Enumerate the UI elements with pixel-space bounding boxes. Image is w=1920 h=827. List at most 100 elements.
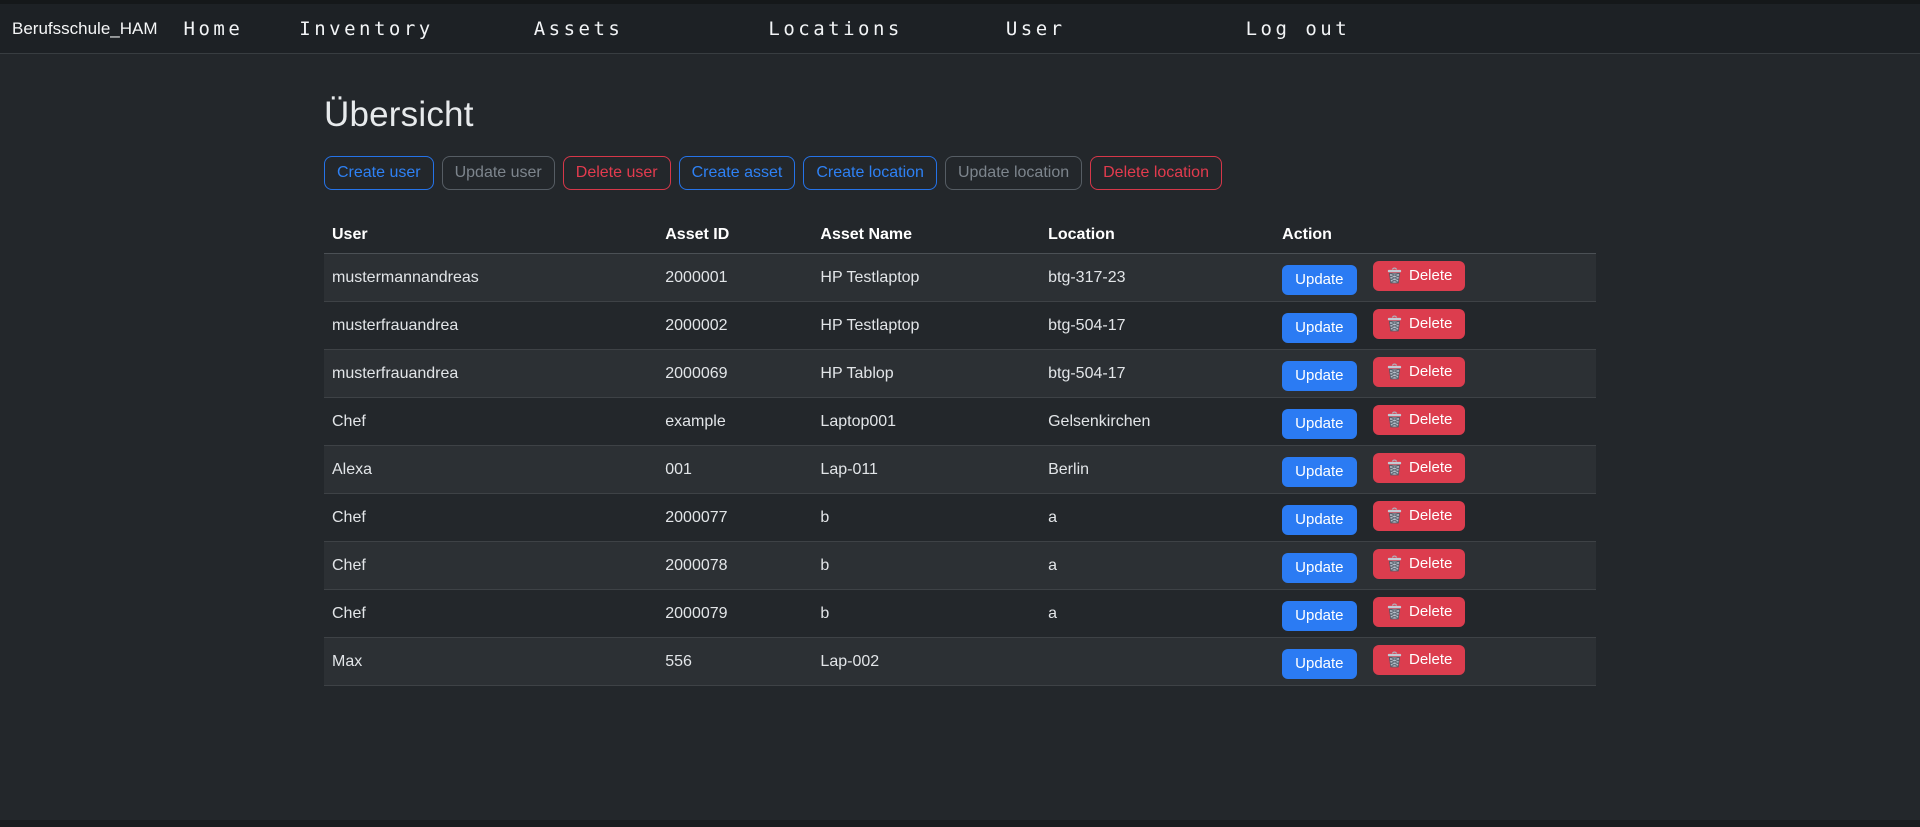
- cell-location: a: [1040, 542, 1274, 590]
- cell-action: Update: [1274, 350, 1596, 398]
- update-button[interactable]: Update: [1282, 505, 1356, 535]
- assets-table: User Asset ID Asset Name Location Action…: [324, 220, 1596, 686]
- cell-action: Update: [1274, 638, 1596, 686]
- cell-user: Max: [324, 638, 657, 686]
- column-header-location: Location: [1040, 220, 1274, 254]
- column-header-action: Action: [1274, 220, 1596, 254]
- table-row: Max 556 Lap-002 Update: [324, 638, 1596, 686]
- screen-bottom-edge: [0, 820, 1920, 827]
- column-header-asset-name: Asset Name: [812, 220, 1040, 254]
- navbar-brand[interactable]: Berufsschule_HAM: [12, 19, 158, 39]
- delete-location-button[interactable]: Delete location: [1090, 156, 1222, 190]
- cell-action: Update: [1274, 302, 1596, 350]
- cell-asset-name: Lap-002: [812, 638, 1040, 686]
- create-asset-button[interactable]: Create asset: [679, 156, 796, 190]
- cell-action: Update: [1274, 254, 1596, 302]
- delete-button[interactable]: Delete: [1373, 597, 1465, 627]
- cell-asset-name: Laptop001: [812, 398, 1040, 446]
- navbar: Berufsschule_HAM Home Inventory Assets Loca…: [0, 4, 1920, 54]
- update-location-button[interactable]: Update location: [945, 156, 1082, 190]
- update-button[interactable]: Update: [1282, 409, 1356, 439]
- column-header-asset-id: Asset ID: [657, 220, 812, 254]
- nav-list: Home Inventory Assets Locations User Log out: [158, 18, 1351, 40]
- nav-item-assets[interactable]: Assets: [534, 18, 624, 40]
- delete-button[interactable]: Delete: [1373, 501, 1465, 531]
- trash-icon: [1386, 411, 1403, 428]
- cell-location: btg-504-17: [1040, 350, 1274, 398]
- nav-item-log-out[interactable]: Log out: [1246, 18, 1351, 40]
- cell-location: Gelsenkirchen: [1040, 398, 1274, 446]
- cell-action: Update: [1274, 398, 1596, 446]
- cell-location: Berlin: [1040, 446, 1274, 494]
- trash-icon: [1386, 603, 1403, 620]
- cell-asset-name: HP Tablop: [812, 350, 1040, 398]
- table-header-row: User Asset ID Asset Name Location Action: [324, 220, 1596, 254]
- create-location-button[interactable]: Create location: [803, 156, 937, 190]
- cell-user: musterfrauandrea: [324, 350, 657, 398]
- column-header-user: User: [324, 220, 657, 254]
- update-button[interactable]: Update: [1282, 313, 1356, 343]
- page-title: Übersicht: [324, 95, 1596, 135]
- table-row: musterfrauandrea 2000002 HP Testlaptop b…: [324, 302, 1596, 350]
- nav-item-user[interactable]: User: [1006, 18, 1066, 40]
- delete-button[interactable]: Delete: [1373, 309, 1465, 339]
- delete-button-label: Delete: [1409, 460, 1452, 475]
- cell-user: Alexa: [324, 446, 657, 494]
- cell-user: Chef: [324, 398, 657, 446]
- cell-location: btg-504-17: [1040, 302, 1274, 350]
- trash-icon: [1386, 363, 1403, 380]
- create-user-button[interactable]: Create user: [324, 156, 434, 190]
- update-button[interactable]: Update: [1282, 601, 1356, 631]
- table-row: Chef example Laptop001 Gelsenkirchen Upd…: [324, 398, 1596, 446]
- delete-button[interactable]: Delete: [1373, 261, 1465, 291]
- delete-button-label: Delete: [1409, 604, 1452, 619]
- cell-asset-name: b: [812, 494, 1040, 542]
- nav-item-home[interactable]: Home: [184, 18, 244, 40]
- table-row: Chef 2000079 b a Update: [324, 590, 1596, 638]
- delete-button[interactable]: Delete: [1373, 549, 1465, 579]
- cell-asset-id: 001: [657, 446, 812, 494]
- cell-asset-name: b: [812, 590, 1040, 638]
- update-button[interactable]: Update: [1282, 361, 1356, 391]
- cell-location: btg-317-23: [1040, 254, 1274, 302]
- delete-button-label: Delete: [1409, 556, 1452, 571]
- cell-asset-id: 2000077: [657, 494, 812, 542]
- cell-asset-id: 2000002: [657, 302, 812, 350]
- trash-icon: [1386, 651, 1403, 668]
- cell-user: Chef: [324, 590, 657, 638]
- nav-item-locations[interactable]: Locations: [768, 18, 902, 40]
- delete-user-button[interactable]: Delete user: [563, 156, 671, 190]
- update-button[interactable]: Update: [1282, 265, 1356, 295]
- delete-button-label: Delete: [1409, 652, 1452, 667]
- update-button[interactable]: Update: [1282, 649, 1356, 679]
- delete-button[interactable]: Delete: [1373, 453, 1465, 483]
- cell-asset-name: Lap-011: [812, 446, 1040, 494]
- delete-button-label: Delete: [1409, 508, 1452, 523]
- nav-item-inventory[interactable]: Inventory: [299, 18, 433, 40]
- cell-asset-name: HP Testlaptop: [812, 302, 1040, 350]
- delete-button-label: Delete: [1409, 364, 1452, 379]
- cell-action: Update: [1274, 542, 1596, 590]
- update-button[interactable]: Update: [1282, 553, 1356, 583]
- trash-icon: [1386, 459, 1403, 476]
- cell-action: Update: [1274, 494, 1596, 542]
- trash-icon: [1386, 507, 1403, 524]
- trash-icon: [1386, 555, 1403, 572]
- table-row: Chef 2000078 b a Update: [324, 542, 1596, 590]
- cell-location: [1040, 638, 1274, 686]
- cell-asset-id: 2000079: [657, 590, 812, 638]
- cell-asset-id: 556: [657, 638, 812, 686]
- trash-icon: [1386, 267, 1403, 284]
- cell-location: a: [1040, 494, 1274, 542]
- cell-asset-name: HP Testlaptop: [812, 254, 1040, 302]
- delete-button[interactable]: Delete: [1373, 645, 1465, 675]
- cell-asset-name: b: [812, 542, 1040, 590]
- delete-button[interactable]: Delete: [1373, 357, 1465, 387]
- cell-location: a: [1040, 590, 1274, 638]
- cell-asset-id: 2000078: [657, 542, 812, 590]
- trash-icon: [1386, 315, 1403, 332]
- update-user-button[interactable]: Update user: [442, 156, 555, 190]
- update-button[interactable]: Update: [1282, 457, 1356, 487]
- cell-asset-id: 2000001: [657, 254, 812, 302]
- delete-button[interactable]: Delete: [1373, 405, 1465, 435]
